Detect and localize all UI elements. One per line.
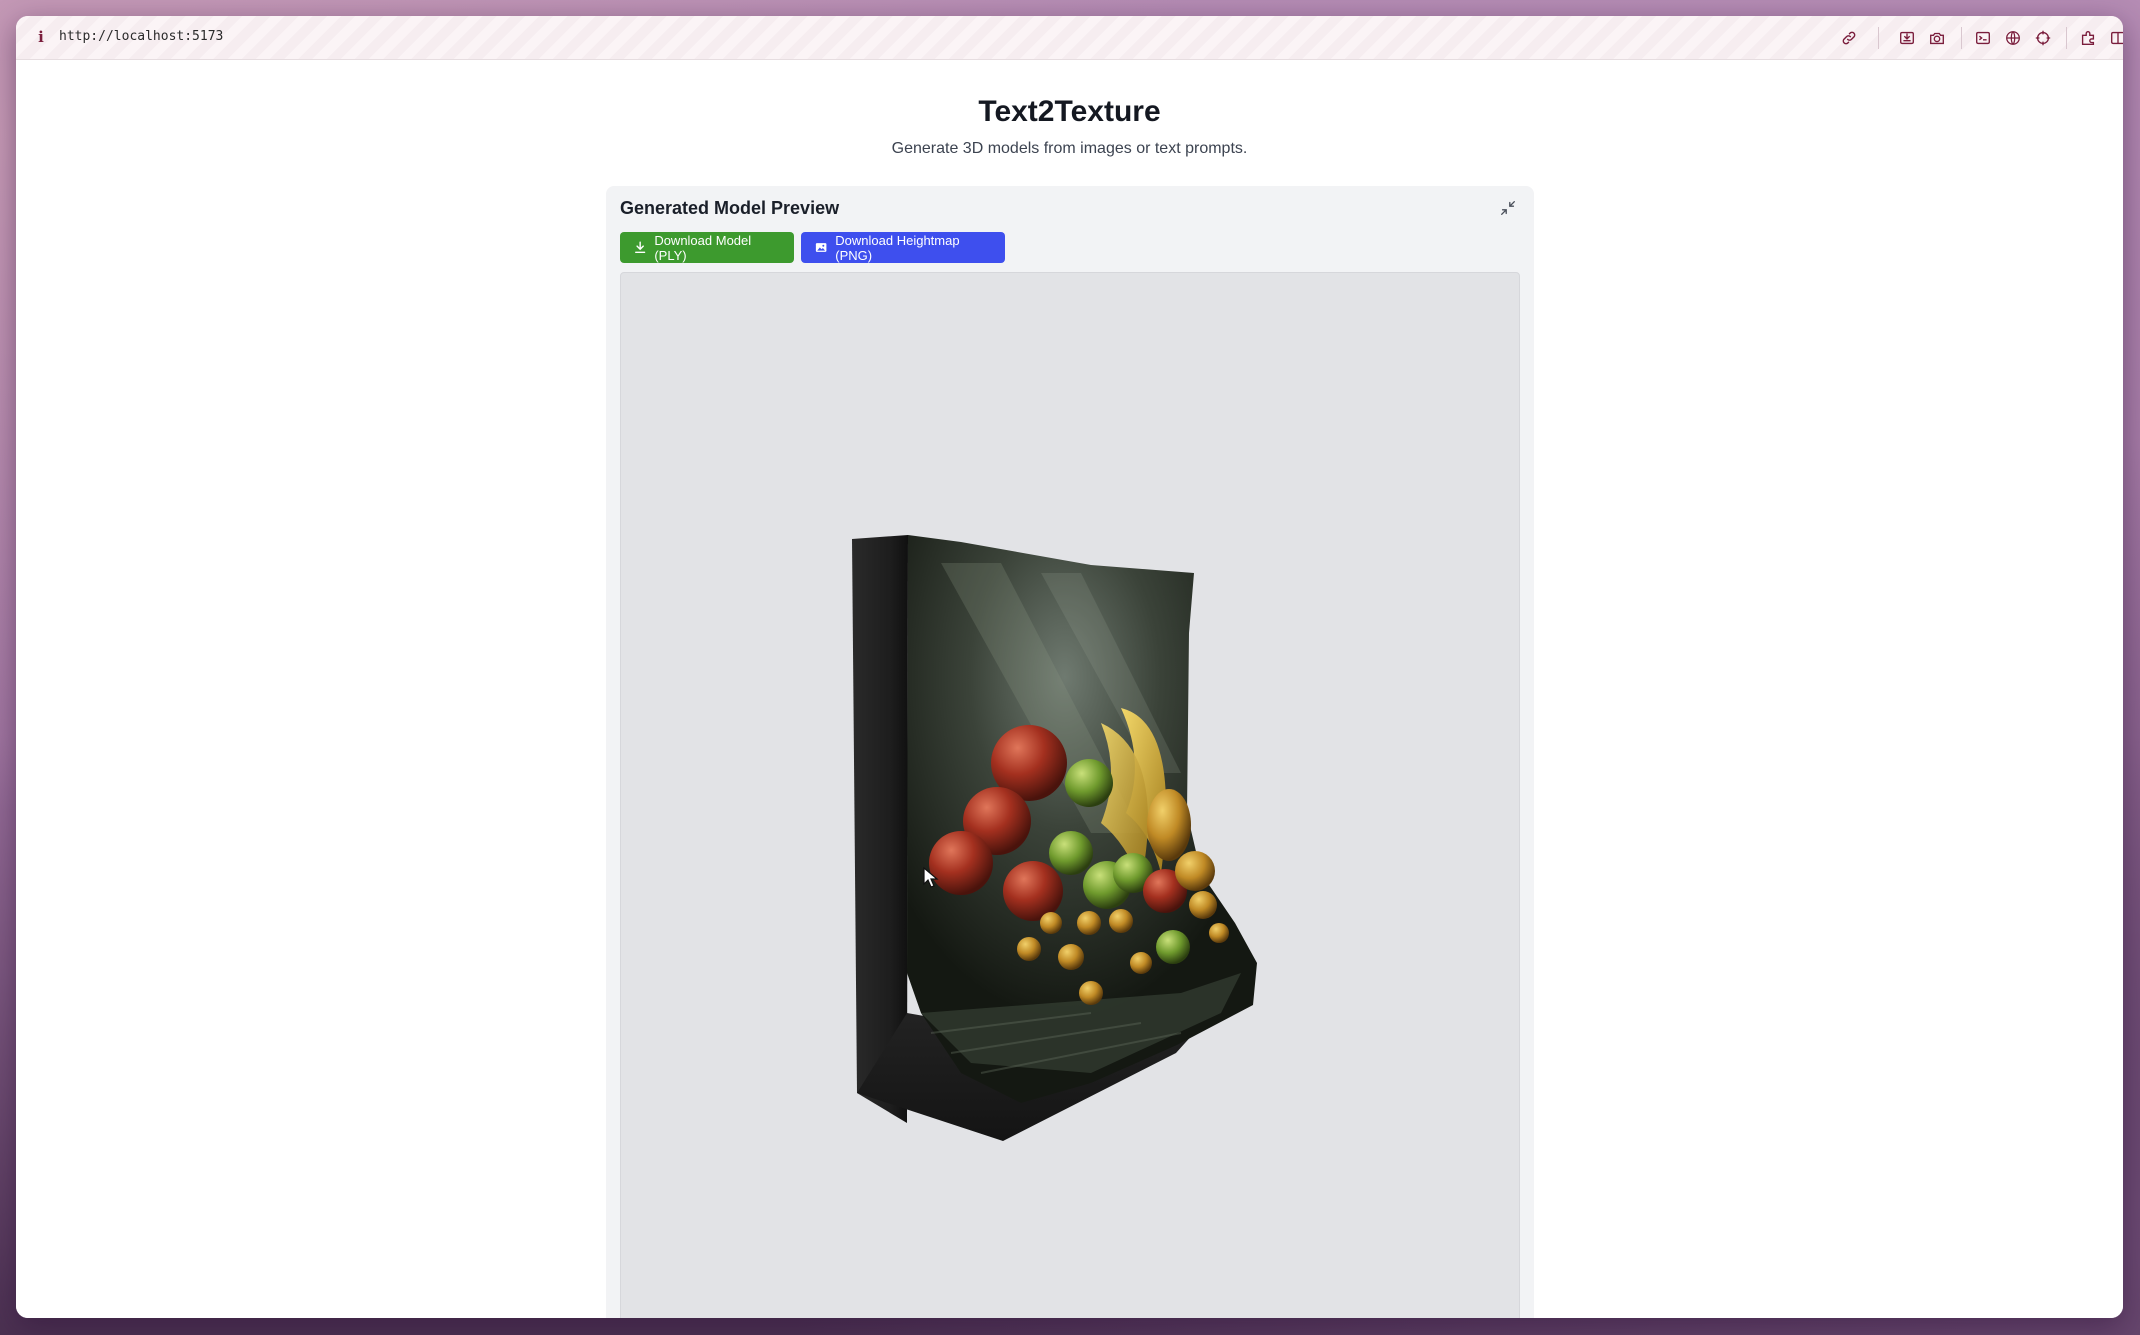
page-content: Text2Texture Generate 3D models from ima…	[16, 60, 2123, 1318]
toolbar-divider	[1878, 27, 1879, 49]
camera-icon[interactable]	[1926, 27, 1948, 49]
address-bar[interactable]: http://localhost:5173	[59, 28, 223, 46]
site-info-icon[interactable]: i	[34, 27, 48, 47]
download-heightmap-label: Download Heightmap (PNG)	[835, 232, 960, 263]
sidebar-icon[interactable]	[2107, 27, 2123, 49]
save-page-icon[interactable]	[1896, 27, 1918, 49]
globe-icon[interactable]	[2002, 27, 2024, 49]
preview-panel: Generated Model Preview Download Model (…	[606, 186, 1534, 1318]
model-viewport[interactable]	[620, 272, 1520, 1318]
page-subtitle: Generate 3D models from images or text p…	[891, 140, 1248, 157]
crosshair-icon[interactable]	[2032, 27, 2054, 49]
page-title: Text2Texture	[978, 95, 1161, 128]
browser-window: i http://localhost:5173 Text2Texture Gen…	[16, 16, 2123, 1318]
toolbar-divider	[2066, 27, 2067, 49]
image-icon	[815, 243, 827, 252]
mouse-cursor	[923, 867, 939, 888]
collapse-icon[interactable]	[1496, 196, 1520, 220]
link-icon[interactable]	[1838, 27, 1860, 49]
extension-icon[interactable]	[2077, 27, 2099, 49]
toolbar-divider	[1961, 27, 1962, 49]
terminal-icon[interactable]	[1972, 27, 1994, 49]
model-render	[852, 535, 1257, 1141]
browser-toolbar: i http://localhost:5173	[16, 16, 2123, 60]
preview-title: Generated Model Preview	[620, 198, 840, 218]
download-model-button[interactable]: Download Model (PLY)	[620, 232, 794, 263]
download-icon	[635, 241, 646, 254]
download-heightmap-button[interactable]: Download Heightmap (PNG)	[801, 232, 1005, 263]
download-model-label: Download Model (PLY)	[654, 232, 752, 263]
